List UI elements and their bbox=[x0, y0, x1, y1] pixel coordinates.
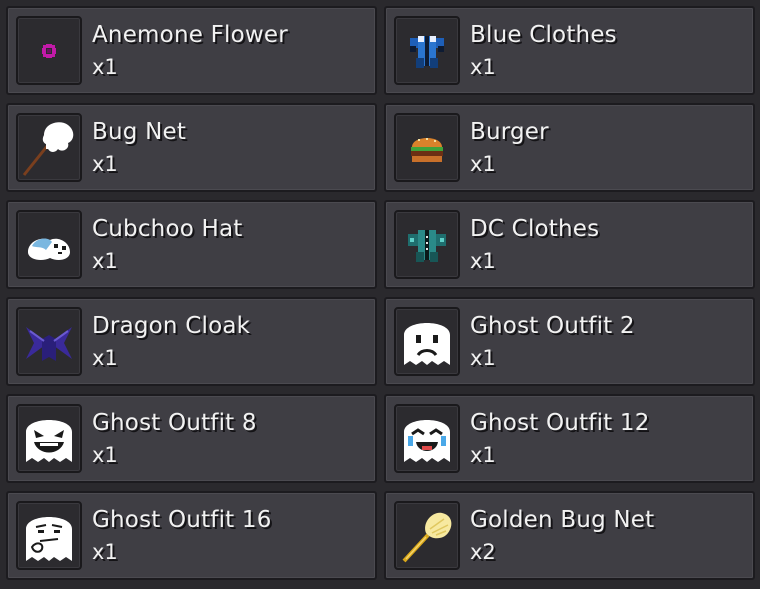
item-name: Ghost Outfit 12 bbox=[470, 410, 650, 436]
item-quantity: x1 bbox=[470, 443, 496, 467]
inventory-item-cubchoo-hat[interactable]: Cubchoo Hat x1 bbox=[6, 200, 377, 289]
item-slot bbox=[394, 113, 460, 182]
item-slot bbox=[16, 113, 82, 182]
inventory-item-ghost-outfit-12[interactable]: Ghost Outfit 12 x1 bbox=[384, 394, 755, 483]
item-slot bbox=[16, 501, 82, 570]
item-slot bbox=[394, 404, 460, 473]
item-slot bbox=[394, 210, 460, 279]
inventory-grid: Anemone Flower x1 Blue Clothes x1 Bug Ne… bbox=[0, 0, 760, 589]
item-name: Burger bbox=[470, 119, 549, 145]
item-slot bbox=[394, 16, 460, 85]
cubchoo-hat-icon bbox=[28, 238, 70, 260]
inventory-item-burger[interactable]: Burger x1 bbox=[384, 103, 755, 192]
item-name: Golden Bug Net bbox=[470, 507, 655, 533]
blue-clothes-icon bbox=[410, 36, 444, 68]
item-quantity: x1 bbox=[470, 346, 496, 370]
ghost-outfit-crying-laugh-icon bbox=[404, 420, 450, 462]
item-quantity: x1 bbox=[470, 249, 496, 273]
item-quantity: x1 bbox=[470, 55, 496, 79]
item-name: Ghost Outfit 8 bbox=[92, 410, 257, 436]
inventory-item-golden-bug-net[interactable]: Golden Bug Net x2 bbox=[384, 491, 755, 580]
item-slot bbox=[394, 307, 460, 376]
golden-bug-net-icon bbox=[402, 512, 452, 563]
item-name: Bug Net bbox=[92, 119, 187, 145]
item-name: Ghost Outfit 16 bbox=[92, 507, 272, 533]
item-name: Dragon Cloak bbox=[92, 313, 251, 339]
item-quantity: x1 bbox=[92, 540, 118, 564]
item-quantity: x1 bbox=[92, 346, 118, 370]
item-slot bbox=[16, 16, 82, 85]
inventory-item-blue-clothes[interactable]: Blue Clothes x1 bbox=[384, 6, 755, 95]
inventory-item-ghost-outfit-2[interactable]: Ghost Outfit 2 x1 bbox=[384, 297, 755, 386]
item-name: Cubchoo Hat bbox=[92, 216, 243, 242]
inventory-item-dragon-cloak[interactable]: Dragon Cloak x1 bbox=[6, 297, 377, 386]
ghost-outfit-smug-icon bbox=[26, 517, 72, 561]
inventory-item-bug-net[interactable]: Bug Net x1 bbox=[6, 103, 377, 192]
item-name: Anemone Flower bbox=[92, 22, 288, 48]
ghost-outfit-sad-icon bbox=[404, 323, 450, 365]
item-quantity: x1 bbox=[92, 443, 118, 467]
item-quantity: x1 bbox=[92, 249, 118, 273]
bug-net-icon bbox=[22, 122, 74, 176]
inventory-item-anemone-flower[interactable]: Anemone Flower x1 bbox=[6, 6, 377, 95]
anemone-flower-icon bbox=[42, 44, 56, 58]
item-quantity: x1 bbox=[92, 55, 118, 79]
item-slot bbox=[16, 404, 82, 473]
item-name: Ghost Outfit 2 bbox=[470, 313, 635, 339]
item-slot bbox=[16, 307, 82, 376]
item-slot bbox=[394, 501, 460, 570]
item-name: Blue Clothes bbox=[470, 22, 617, 48]
ghost-outfit-grin-icon bbox=[26, 420, 72, 462]
inventory-item-ghost-outfit-16[interactable]: Ghost Outfit 16 x1 bbox=[6, 491, 377, 580]
burger-icon bbox=[411, 138, 443, 162]
item-quantity: x1 bbox=[470, 152, 496, 176]
item-quantity: x2 bbox=[470, 540, 496, 564]
dc-clothes-icon bbox=[408, 230, 446, 262]
item-name: DC Clothes bbox=[470, 216, 600, 242]
inventory-item-dc-clothes[interactable]: DC Clothes x1 bbox=[384, 200, 755, 289]
dragon-cloak-icon bbox=[26, 327, 72, 361]
item-quantity: x1 bbox=[92, 152, 118, 176]
inventory-item-ghost-outfit-8[interactable]: Ghost Outfit 8 x1 bbox=[6, 394, 377, 483]
item-slot bbox=[16, 210, 82, 279]
